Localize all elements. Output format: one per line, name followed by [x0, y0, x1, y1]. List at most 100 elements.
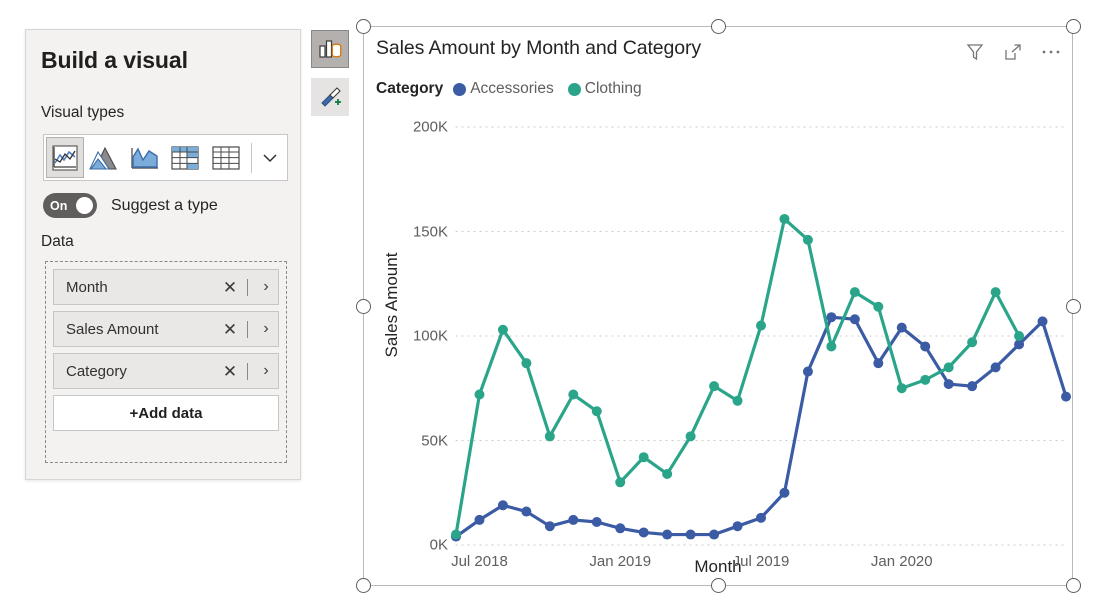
y-axis-tick-label: 50K [421, 432, 448, 449]
data-point[interactable] [756, 320, 766, 331]
field-label: Month [66, 278, 108, 296]
data-point[interactable] [920, 341, 931, 352]
data-section-label: Data [41, 233, 74, 250]
data-point[interactable] [685, 431, 696, 442]
resize-handle-bottom-center[interactable] [711, 578, 726, 593]
data-point[interactable] [967, 381, 978, 392]
data-point[interactable] [920, 374, 931, 385]
data-point[interactable] [732, 521, 743, 532]
visual-type-stacked-area-chart[interactable] [86, 137, 124, 178]
data-point[interactable] [1014, 331, 1025, 341]
data-point[interactable] [615, 523, 626, 534]
data-point[interactable] [756, 512, 766, 523]
field-pill-month[interactable]: Month ✕ › [53, 269, 279, 305]
data-point[interactable] [849, 314, 860, 325]
field-pill-sales-amount[interactable]: Sales Amount ✕ › [53, 311, 279, 347]
data-point[interactable] [662, 468, 673, 479]
data-point[interactable] [497, 324, 508, 335]
data-point[interactable] [896, 322, 907, 333]
visual-type-line-and-stacked-column-chart[interactable] [46, 137, 85, 178]
data-point[interactable] [873, 301, 884, 312]
format-visual-button[interactable] [311, 78, 349, 116]
data-point[interactable] [849, 287, 860, 298]
gallery-divider [250, 142, 252, 173]
series-line [454, 217, 1021, 537]
resize-handle-middle-right[interactable] [1066, 299, 1081, 314]
data-point[interactable] [732, 395, 743, 406]
chevron-right-icon[interactable]: › [254, 321, 278, 337]
visual-container[interactable]: Sales Amount by Month and Category Categ… [363, 26, 1073, 586]
data-point[interactable] [474, 514, 485, 525]
build-visual-icon [319, 40, 342, 58]
data-point[interactable] [709, 381, 720, 392]
visual-types-expand-button[interactable] [254, 137, 287, 178]
data-point[interactable] [568, 389, 579, 400]
data-point[interactable] [826, 341, 837, 352]
y-axis-tick-label: 0K [429, 536, 448, 554]
y-axis-title: Sales Amount [382, 252, 401, 358]
visual-type-matrix[interactable] [166, 137, 204, 178]
close-icon[interactable]: ✕ [219, 363, 241, 380]
data-point[interactable] [474, 389, 485, 400]
data-point[interactable] [943, 362, 954, 373]
data-point[interactable] [802, 366, 813, 377]
stacked-area-chart-icon [89, 146, 118, 170]
x-axis-tick-label: Jul 2019 [732, 553, 790, 570]
y-axis-tick-label: 200K [412, 118, 448, 136]
field-label: Category [66, 362, 127, 380]
close-icon[interactable]: ✕ [219, 321, 241, 338]
suggest-a-type-row: On Suggest a type [43, 193, 218, 218]
visual-pane-toolbar [311, 30, 349, 116]
data-point[interactable] [662, 529, 673, 540]
suggest-a-type-toggle[interactable]: On [43, 193, 97, 218]
data-point[interactable] [497, 500, 508, 511]
chevron-right-icon[interactable]: › [254, 363, 278, 379]
resize-handle-top-center[interactable] [711, 19, 726, 34]
data-point[interactable] [1061, 391, 1071, 402]
data-point[interactable] [779, 487, 790, 498]
chevron-right-icon[interactable]: › [254, 279, 278, 295]
resize-handle-top-right[interactable] [1066, 19, 1081, 34]
data-point[interactable] [638, 452, 649, 463]
data-point[interactable] [990, 287, 1001, 298]
series-clothing [451, 213, 1025, 540]
data-point[interactable] [521, 358, 532, 369]
suggest-a-type-label: Suggest a type [111, 196, 218, 214]
data-point[interactable] [591, 406, 602, 417]
resize-handle-middle-left[interactable] [356, 299, 371, 314]
data-point[interactable] [967, 337, 978, 348]
data-point[interactable] [638, 527, 649, 538]
data-point[interactable] [826, 312, 837, 323]
data-point[interactable] [709, 529, 720, 540]
data-fields-well: Month ✕ › Sales Amount ✕ › Category ✕ › … [45, 261, 287, 463]
data-point[interactable] [1037, 316, 1048, 327]
data-point[interactable] [896, 383, 907, 394]
data-point[interactable] [802, 234, 813, 245]
resize-handle-top-left[interactable] [356, 19, 371, 34]
chevron-down-icon [263, 153, 277, 162]
build-visual-button[interactable] [311, 30, 349, 68]
data-point[interactable] [615, 477, 626, 488]
visual-type-area-chart[interactable] [126, 137, 164, 178]
add-data-button[interactable]: +Add data [53, 395, 279, 431]
resize-handle-bottom-left[interactable] [356, 578, 371, 593]
data-point[interactable] [873, 358, 884, 369]
page-title: Build a visual [41, 47, 188, 73]
line-and-stacked-column-chart-icon [52, 144, 78, 171]
data-point[interactable] [591, 517, 602, 528]
data-point[interactable] [943, 379, 954, 390]
data-point[interactable] [990, 362, 1001, 373]
data-point[interactable] [451, 529, 461, 540]
resize-handle-bottom-right[interactable] [1066, 578, 1081, 593]
data-point[interactable] [779, 213, 790, 224]
data-point[interactable] [568, 514, 579, 525]
data-point[interactable] [685, 529, 696, 540]
data-point[interactable] [544, 521, 555, 532]
data-point[interactable] [521, 506, 532, 517]
field-pill-category[interactable]: Category ✕ › [53, 353, 279, 389]
data-point[interactable] [544, 431, 555, 442]
area-chart-icon [131, 147, 159, 169]
pill-divider [247, 320, 248, 338]
visual-type-table[interactable] [207, 137, 245, 178]
close-icon[interactable]: ✕ [219, 279, 241, 296]
